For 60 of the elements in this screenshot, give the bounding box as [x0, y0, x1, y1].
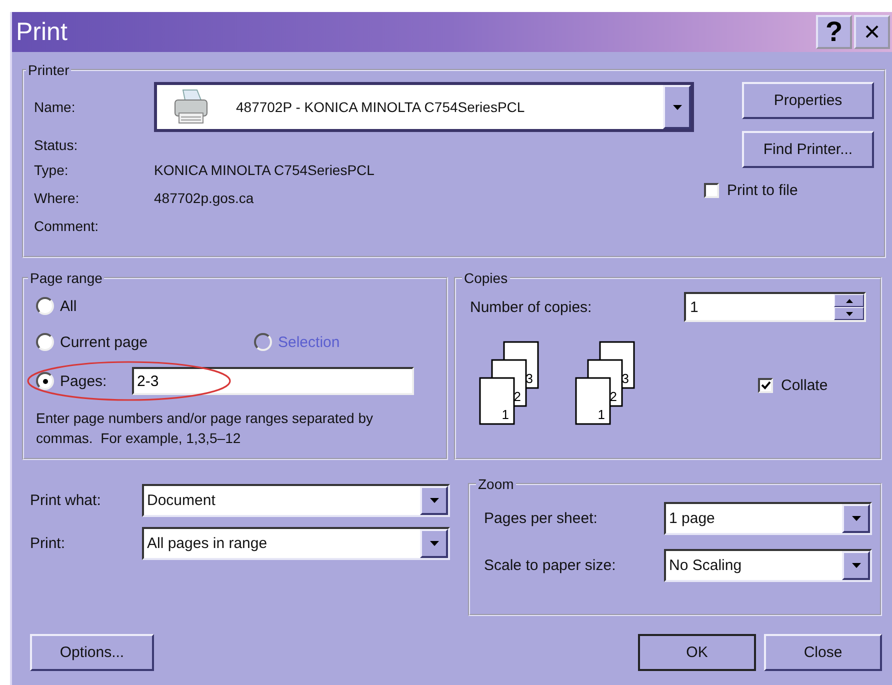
- check-icon: [760, 380, 770, 390]
- field-label: Name:: [34, 99, 76, 115]
- field-label: Comment:: [34, 218, 100, 234]
- scale-dropdown[interactable]: No Scaling: [664, 549, 872, 582]
- dropdown-button[interactable]: [420, 529, 448, 558]
- stacked-pages-drawing: 1 2 3: [574, 340, 638, 430]
- checkbox[interactable]: [758, 378, 773, 392]
- ok-button[interactable]: OK: [638, 634, 756, 671]
- caret-icon: [430, 498, 438, 503]
- field-label: Print:: [30, 535, 66, 552]
- dropdown-button[interactable]: [420, 486, 448, 515]
- caret-icon: [852, 516, 860, 521]
- radio-button[interactable]: [36, 372, 54, 390]
- up-arrow-icon: [846, 298, 852, 302]
- field-label: Number of copies:: [470, 298, 592, 316]
- group-label: Zoom: [477, 476, 515, 492]
- radio-label: Pages:: [60, 372, 108, 390]
- radio-label: Selection: [278, 334, 340, 350]
- field-value: KONICA MINOLTA C754SeriesPCL: [154, 162, 374, 178]
- group-label: Printer: [27, 62, 70, 78]
- dropdown-button[interactable]: [842, 504, 870, 533]
- stacked-pages-drawing: 1 2 3: [478, 340, 542, 430]
- field-label: Scale to paper size:: [484, 557, 617, 574]
- field-value: 487702p.gos.ca: [154, 190, 254, 206]
- spin-down-button[interactable]: [834, 307, 864, 320]
- window-title: Print: [16, 18, 68, 46]
- pages-field[interactable]: 2-3: [132, 367, 414, 395]
- checkbox-label: Print to file: [727, 182, 798, 199]
- print-dropdown[interactable]: All pages in range: [142, 527, 450, 560]
- radio-label: All: [60, 298, 77, 314]
- field-label: Pages per sheet:: [484, 510, 598, 527]
- field-label: Type:: [34, 162, 70, 178]
- dropdown-button[interactable]: [663, 85, 691, 129]
- close-button[interactable]: Close: [764, 634, 882, 671]
- radio-label: Current page: [60, 334, 148, 350]
- radio-button[interactable]: [36, 297, 54, 315]
- print-what-dropdown[interactable]: Document: [142, 484, 450, 517]
- field-label: Print what:: [30, 492, 102, 509]
- hint-text: Enter page numbers and/or page ranges separated by commas. For example, 1,3,5–12: [36, 409, 374, 448]
- caret-icon: [672, 104, 682, 110]
- caret-icon: [852, 563, 860, 568]
- group-label: Copies: [463, 270, 509, 286]
- checkbox-label: Collate: [781, 376, 828, 394]
- group-label: Page range: [29, 270, 104, 286]
- dropdown-button[interactable]: [842, 551, 870, 580]
- options-button[interactable]: Options...: [30, 634, 154, 671]
- properties-button[interactable]: Properties: [742, 82, 874, 119]
- spin-up-button[interactable]: [834, 294, 864, 307]
- copies-spinner[interactable]: 1: [684, 292, 866, 322]
- field-label: Where:: [34, 190, 80, 206]
- pages-per-sheet-dropdown[interactable]: 1 page: [664, 502, 872, 535]
- caret-icon: [430, 541, 438, 546]
- find-printer-button[interactable]: Find Printer...: [742, 131, 874, 168]
- radio-button[interactable]: [36, 333, 54, 351]
- checkbox[interactable]: [704, 183, 719, 198]
- printer-dropdown[interactable]: 487702P - KONICA MINOLTA C754SeriesPCL: [154, 82, 694, 132]
- help-button[interactable]: ?: [816, 15, 852, 49]
- close-button[interactable]: ×: [854, 15, 890, 49]
- down-arrow-icon: [846, 312, 852, 316]
- field-label: Status:: [34, 137, 79, 153]
